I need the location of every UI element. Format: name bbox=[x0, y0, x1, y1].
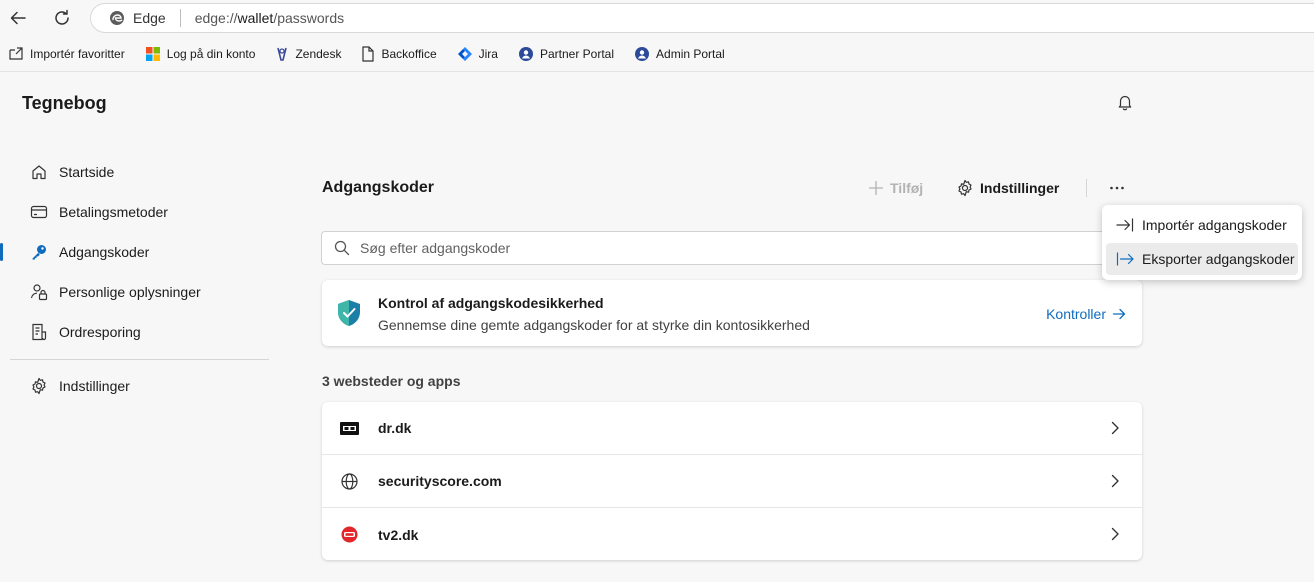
site-name: tv2.dk bbox=[378, 526, 419, 543]
more-options-button[interactable] bbox=[1104, 176, 1130, 200]
tv2-logo-icon bbox=[341, 526, 358, 543]
bookmark-label: Log på din konto bbox=[166, 46, 256, 61]
jira-icon bbox=[457, 46, 472, 61]
bookmark-import-favorites[interactable]: Importér favoritter bbox=[2, 40, 131, 68]
password-security-check-card: Kontrol af adgangskodesikkerhed Gennemse… bbox=[322, 280, 1142, 346]
url-separator bbox=[179, 9, 181, 27]
import-favorites-icon bbox=[9, 46, 23, 60]
key-icon bbox=[32, 245, 46, 260]
card-icon bbox=[30, 205, 48, 219]
bookmark-zendesk[interactable]: Zendesk bbox=[269, 40, 347, 68]
url-field[interactable]: Edge edge://wallet/passwords bbox=[90, 3, 1314, 33]
password-settings-label: Indstillinger bbox=[980, 180, 1060, 196]
browser-brand-label: Edge bbox=[133, 10, 166, 26]
list-item[interactable]: tv2.dk bbox=[322, 508, 1142, 561]
bookmark-backoffice[interactable]: Backoffice bbox=[355, 40, 442, 68]
address-bar-row: Edge edge://wallet/passwords bbox=[0, 0, 1314, 36]
security-check-description: Gennemse dine gemte adgangskoder for at … bbox=[378, 317, 810, 333]
list-item[interactable]: securityscore.com bbox=[322, 455, 1142, 508]
bookmark-label: Importér favoritter bbox=[30, 46, 125, 61]
sidebar-item-label: Personlige oplysninger bbox=[59, 284, 201, 300]
sidebar-item-personal-info[interactable]: Personlige oplysninger bbox=[0, 272, 280, 312]
back-arrow-icon bbox=[10, 11, 26, 25]
edge-logo-icon bbox=[110, 11, 124, 25]
reload-button[interactable] bbox=[48, 4, 76, 32]
menu-item-import-passwords[interactable]: Importér adgangskoder bbox=[1106, 209, 1298, 241]
sidebar-item-label: Ordresporing bbox=[59, 324, 141, 340]
globe-icon bbox=[341, 473, 358, 490]
sidebar-item-settings[interactable]: Indstillinger bbox=[0, 366, 280, 406]
sidebar-item-home[interactable]: Startside bbox=[0, 152, 280, 192]
person-lock-icon bbox=[30, 284, 48, 301]
plus-icon bbox=[868, 180, 884, 196]
url-text: edge://wallet/passwords bbox=[195, 10, 344, 26]
zendesk-icon bbox=[277, 47, 288, 61]
sidebar-item-passwords[interactable]: Adgangskoder bbox=[0, 232, 280, 272]
sidebar-item-label: Indstillinger bbox=[59, 378, 130, 394]
add-password-button[interactable]: Tilføj bbox=[868, 177, 923, 199]
page-title: Tegnebog bbox=[22, 93, 107, 113]
search-icon bbox=[334, 240, 350, 256]
bell-icon bbox=[1118, 95, 1132, 111]
microsoft-logo-icon bbox=[145, 46, 160, 61]
import-icon bbox=[1116, 218, 1134, 232]
back-button[interactable] bbox=[4, 4, 32, 32]
url-path: /passwords bbox=[273, 10, 345, 26]
dr-logo-icon bbox=[340, 422, 359, 435]
notifications-button[interactable] bbox=[1116, 93, 1134, 111]
menu-item-label: Eksporter adgangskoder bbox=[1142, 251, 1295, 267]
bookmark-jira[interactable]: Jira bbox=[451, 40, 504, 68]
url-host: wallet bbox=[237, 10, 274, 26]
chevron-right-icon bbox=[1111, 474, 1119, 488]
security-check-title: Kontrol af adgangskodesikkerhed bbox=[378, 295, 604, 311]
gear-icon bbox=[958, 179, 972, 197]
more-horizontal-icon bbox=[1110, 186, 1124, 190]
bookmarks-bar: Importér favoritter Log på din konto Zen… bbox=[0, 36, 1314, 72]
chevron-right-icon bbox=[1111, 421, 1119, 435]
toolbar-divider bbox=[1086, 179, 1087, 197]
bookmark-label: Backoffice bbox=[381, 46, 437, 61]
chevron-right-icon bbox=[1111, 527, 1119, 541]
bookmark-label: Zendesk bbox=[295, 46, 342, 61]
password-search-box[interactable] bbox=[321, 231, 1143, 265]
bookmark-label: Partner Portal bbox=[539, 46, 615, 61]
sidebar: Startside Betalingsmetoder Adgangskoder … bbox=[0, 152, 280, 406]
sidebar-item-label: Betalingsmetoder bbox=[59, 204, 168, 220]
menu-item-export-passwords[interactable]: Eksporter adgangskoder bbox=[1106, 243, 1298, 275]
more-options-menu: Importér adgangskoder Eksporter adgangsk… bbox=[1102, 205, 1302, 280]
password-settings-button[interactable]: Indstillinger bbox=[956, 177, 1059, 199]
url-prefix: edge:// bbox=[194, 10, 238, 26]
export-icon bbox=[1116, 252, 1134, 266]
search-input[interactable] bbox=[360, 240, 1060, 256]
bookmark-log-in[interactable]: Log på din konto bbox=[139, 40, 262, 68]
gear-icon bbox=[32, 377, 46, 395]
site-name: securityscore.com bbox=[378, 473, 502, 489]
sidebar-item-order-tracking[interactable]: Ordresporing bbox=[0, 312, 280, 352]
site-name: dr.dk bbox=[378, 420, 412, 436]
bookmark-partner-portal[interactable]: Partner Portal bbox=[512, 40, 620, 68]
saved-sites-list: dr.dk securityscore.com tv2.dk bbox=[322, 402, 1142, 560]
sidebar-item-label: Adgangskoder bbox=[59, 244, 150, 260]
sites-count-label: 3 websteder og apps bbox=[322, 373, 461, 389]
portal-icon bbox=[518, 46, 533, 61]
page-icon bbox=[362, 45, 375, 62]
sidebar-item-payment-methods[interactable]: Betalingsmetoder bbox=[0, 192, 280, 232]
sidebar-item-label: Startside bbox=[59, 164, 115, 180]
receipt-icon bbox=[32, 323, 47, 341]
sidebar-divider bbox=[10, 359, 269, 360]
add-password-label: Tilføj bbox=[890, 180, 924, 196]
portal-icon bbox=[635, 46, 650, 61]
bookmark-label: Jira bbox=[478, 46, 498, 61]
reload-icon bbox=[55, 9, 69, 25]
arrow-right-icon bbox=[1112, 308, 1126, 320]
check-passwords-link[interactable]: Kontroller bbox=[1046, 306, 1126, 322]
section-title: Adgangskoder bbox=[322, 179, 435, 196]
shield-check-icon bbox=[338, 300, 360, 326]
check-passwords-label: Kontroller bbox=[1046, 306, 1106, 322]
menu-item-label: Importér adgangskoder bbox=[1142, 217, 1287, 233]
bookmark-label: Admin Portal bbox=[656, 46, 725, 61]
list-item[interactable]: dr.dk bbox=[322, 402, 1142, 455]
bookmark-admin-portal[interactable]: Admin Portal bbox=[628, 40, 731, 68]
home-icon bbox=[32, 165, 46, 180]
